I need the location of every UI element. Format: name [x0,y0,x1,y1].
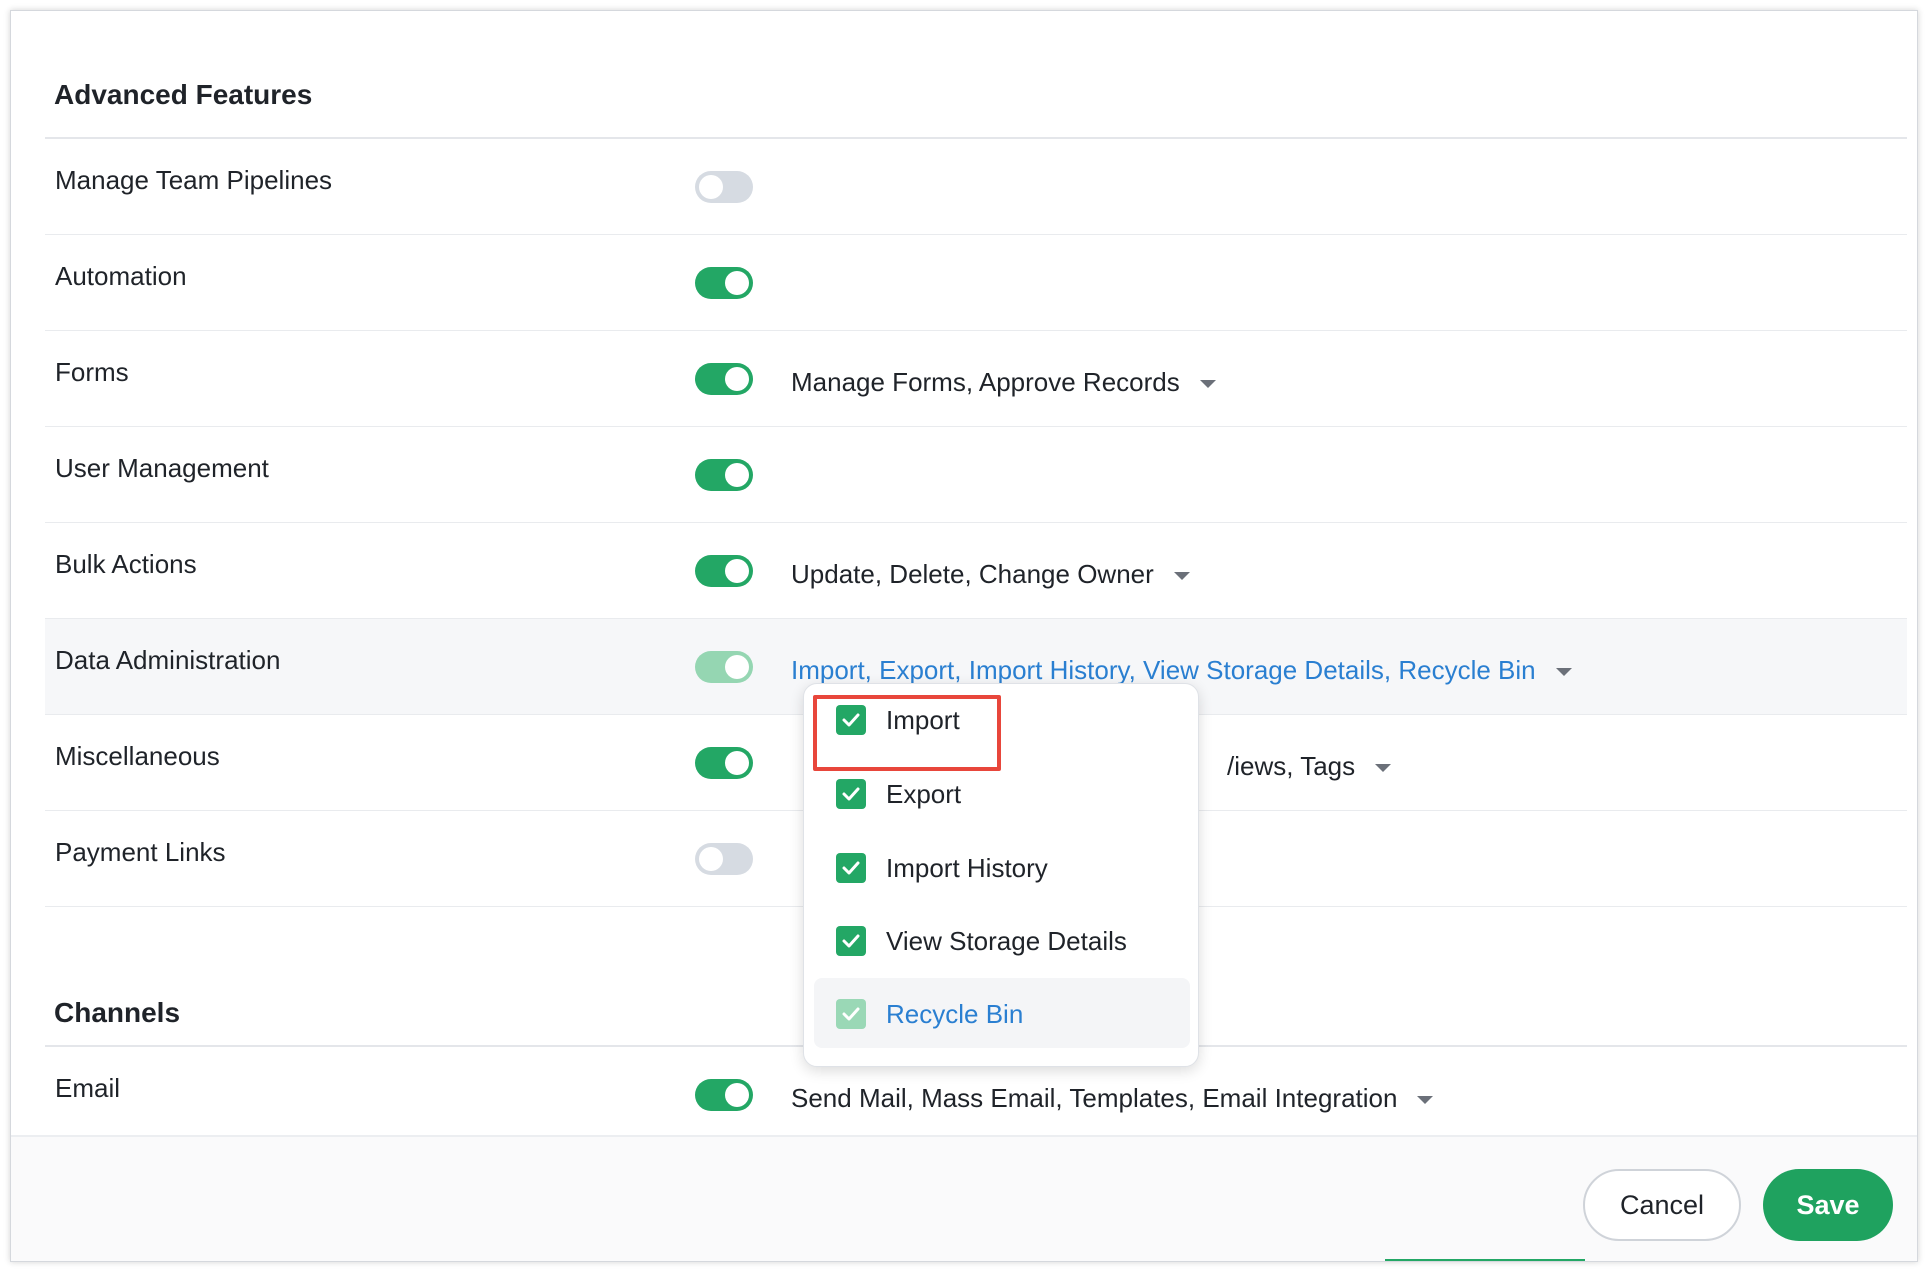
manage-team-pipelines-toggle[interactable] [695,171,753,203]
caret-down-icon [1417,1096,1434,1105]
row-label: Miscellaneous [55,741,220,771]
permissions-text: Send Mail, Mass Email, Templates, Email … [791,1083,1398,1113]
row-label: Email [55,1073,121,1103]
option-import-history[interactable]: Import History [814,832,1190,902]
permissions-text: Import, Export, Import History, View Sto… [791,655,1536,685]
caret-down-icon [1173,572,1190,581]
permissions-text: Manage Forms, Approve Records [791,367,1180,397]
miscellaneous-permissions-dropdown[interactable]: /iews, Tags [1227,751,1392,782]
toggle-knob [725,463,749,487]
toggle-knob [725,559,749,583]
save-button[interactable]: Save [1763,1169,1893,1241]
row-label: Forms [55,357,129,387]
toggle-knob [725,271,749,295]
toggle-knob [699,847,723,871]
scroll-accent-bar [1385,1259,1585,1261]
caret-down-icon [1375,764,1392,773]
email-toggle[interactable] [695,1079,753,1111]
row-user-management: User Management [45,427,1907,523]
toggle-knob [725,751,749,775]
check-icon[interactable] [836,926,866,956]
option-view-storage-details[interactable]: View Storage Details [814,905,1190,975]
check-icon[interactable] [836,779,866,809]
row-label: User Management [55,453,269,483]
forms-permissions-dropdown[interactable]: Manage Forms, Approve Records [791,367,1216,398]
row-label: Bulk Actions [55,549,197,579]
cancel-button[interactable]: Cancel [1583,1169,1741,1241]
option-label: Export [886,779,962,809]
caret-down-icon [1555,668,1572,677]
bulk-actions-toggle[interactable] [695,555,753,587]
row-label: Manage Team Pipelines [55,165,333,195]
row-manage-team-pipelines: Manage Team Pipelines [45,139,1907,235]
option-label: View Storage Details [886,926,1127,956]
row-bulk-actions: Bulk Actions Update, Delete, Change Owne… [45,523,1907,619]
miscellaneous-toggle[interactable] [695,747,753,779]
option-label: Recycle Bin [886,999,1024,1029]
automation-toggle[interactable] [695,267,753,299]
toggle-knob [725,367,749,391]
row-forms: Forms Manage Forms, Approve Records [45,331,1907,427]
annotation-highlight-box [813,695,1001,771]
payment-links-toggle[interactable] [695,843,753,875]
check-icon[interactable] [836,999,866,1029]
option-recycle-bin[interactable]: Recycle Bin [814,978,1190,1048]
row-label: Payment Links [55,837,226,867]
forms-toggle[interactable] [695,363,753,395]
row-automation: Automation [45,235,1907,331]
bulk-actions-permissions-dropdown[interactable]: Update, Delete, Change Owner [791,559,1190,590]
row-label: Automation [55,261,187,291]
toggle-knob [699,175,723,199]
user-management-toggle[interactable] [695,459,753,491]
check-icon[interactable] [836,853,866,883]
permissions-text: Update, Delete, Change Owner [791,559,1154,589]
data-administration-permissions-dropdown[interactable]: Import, Export, Import History, View Sto… [791,655,1572,686]
caret-down-icon [1199,380,1216,389]
data-administration-toggle[interactable] [695,651,753,683]
toggle-knob [725,655,749,679]
section-title-channels: Channels [54,997,181,1028]
permissions-panel: Advanced Features Manage Team Pipelines … [10,10,1918,1262]
footer-bar: Cancel Save [11,1135,1917,1261]
toggle-knob [725,1083,749,1107]
permissions-text: /iews, Tags [1227,751,1356,781]
option-label: Import History [886,853,1048,883]
row-label: Data Administration [55,645,281,675]
email-permissions-dropdown[interactable]: Send Mail, Mass Email, Templates, Email … [791,1083,1434,1114]
section-title-advanced-features: Advanced Features [54,79,313,110]
